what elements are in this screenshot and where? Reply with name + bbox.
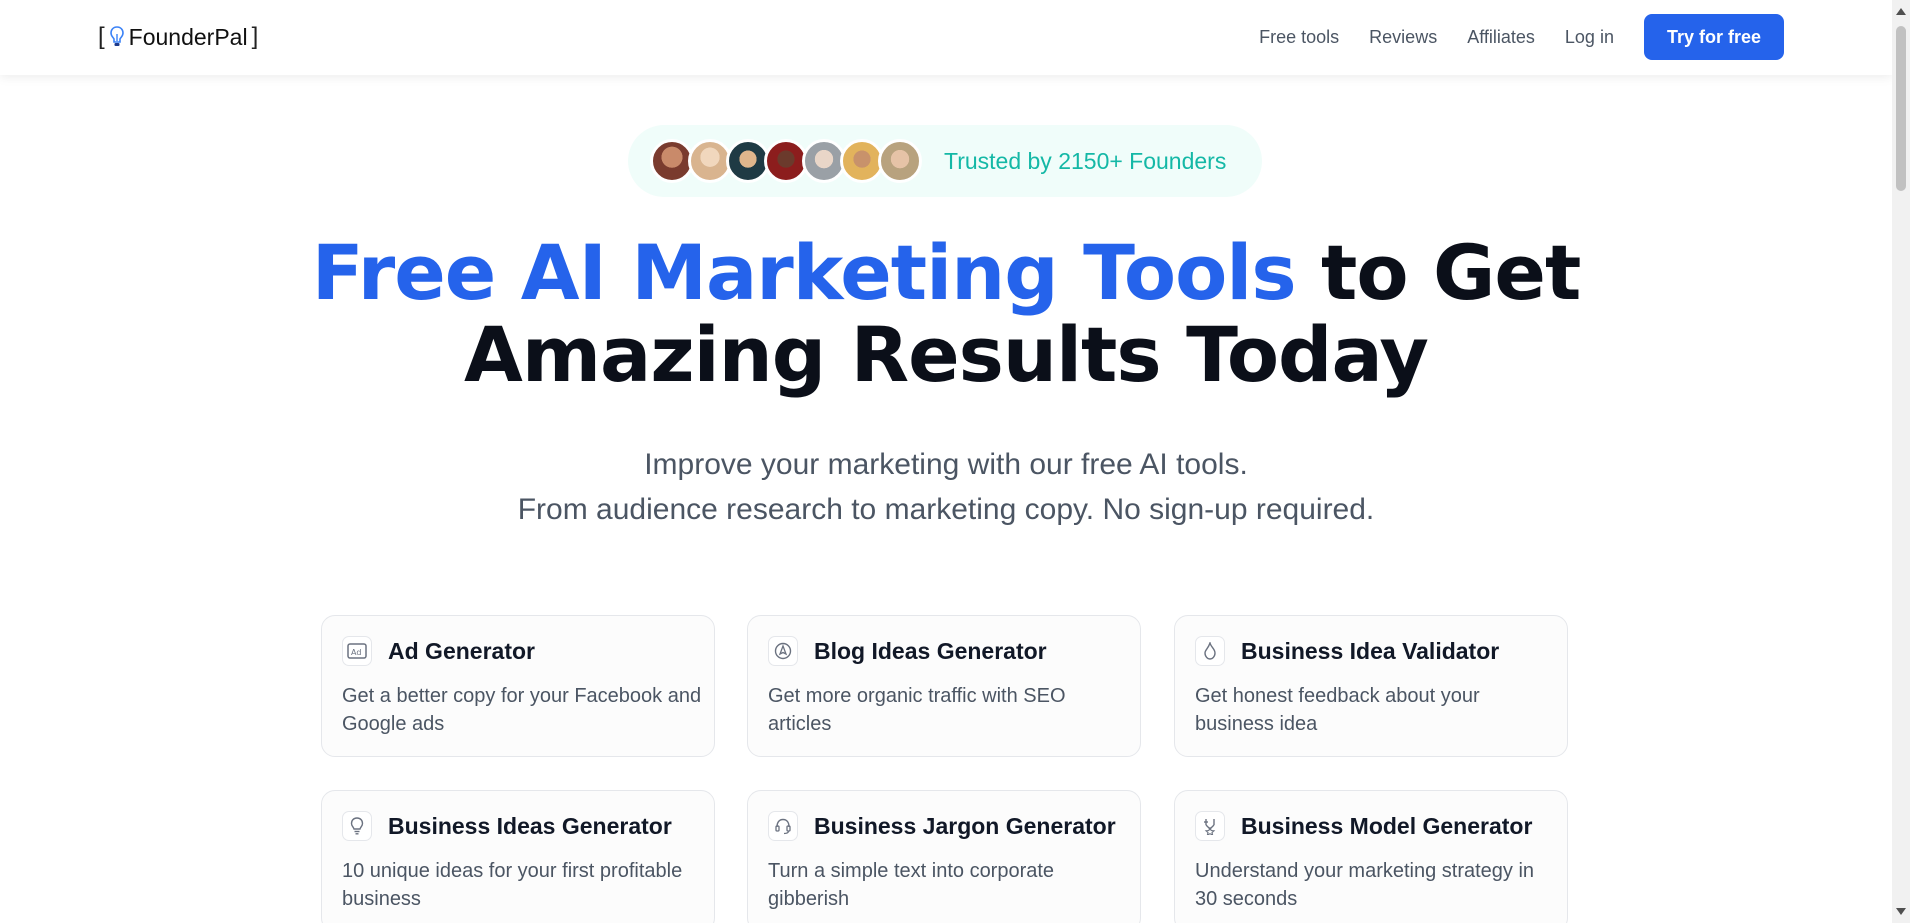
lightbulb-icon (109, 25, 125, 49)
title-accent: Free AI Marketing Tools (311, 228, 1297, 317)
main-nav: Free tools Reviews Affiliates Log in Try… (1229, 14, 1784, 60)
subtitle-line-2: From audience research to marketing copy… (517, 493, 1375, 526)
nav-reviews[interactable]: Reviews (1369, 27, 1437, 48)
tool-description: 10 unique ideas for your first profitabl… (342, 860, 683, 910)
page-scrollbar[interactable] (1892, 0, 1910, 923)
logo-open-bracket: [ (98, 23, 105, 50)
lightbulb-icon (342, 811, 372, 841)
try-for-free-button[interactable]: Try for free (1643, 14, 1784, 60)
tool-description: Get a better copy for your Facebook and … (342, 685, 702, 735)
tool-description: Understand your marketing strategy in 30… (1195, 860, 1535, 910)
nav-affiliates[interactable]: Affiliates (1467, 27, 1535, 48)
flame-icon (1195, 636, 1225, 666)
tool-card-business-ideas-generator[interactable]: Business Ideas Generator 10 unique ideas… (321, 790, 715, 923)
tool-card-blog-ideas-generator[interactable]: Blog Ideas Generator Get more organic tr… (747, 615, 1141, 757)
founder-avatars (650, 139, 922, 183)
tool-card-business-idea-validator[interactable]: Business Idea Validator Get honest feedb… (1174, 615, 1568, 757)
tool-description: Get more organic traffic with SEO articl… (768, 685, 1066, 735)
avatar (878, 139, 922, 183)
page-title: Free AI Marketing Tools to Get Amazing R… (0, 232, 1892, 396)
tool-card-ad-generator[interactable]: Ad Ad Generator Get a better copy for yo… (321, 615, 715, 757)
title-line-2: Amazing Results Today (464, 310, 1429, 399)
svg-text:Ad: Ad (351, 648, 361, 657)
strategy-icon (1195, 811, 1225, 841)
tool-title: Business Idea Validator (1241, 638, 1500, 664)
scroll-up-arrow-icon[interactable] (1896, 8, 1906, 15)
title-line-1: Free AI Marketing Tools to Get (0, 232, 1892, 314)
tool-card-business-jargon-generator[interactable]: Business Jargon Generator Turn a simple … (747, 790, 1141, 923)
site-header: [ FounderPal ] Free tools Reviews Affili… (0, 0, 1892, 75)
page-subtitle: Improve your marketing with our free AI … (0, 442, 1892, 532)
nav-free-tools[interactable]: Free tools (1259, 27, 1339, 48)
nav-log-in[interactable]: Log in (1565, 27, 1614, 48)
tool-title: Business Jargon Generator (814, 813, 1116, 839)
tool-description: Turn a simple text into corporate gibber… (768, 860, 1055, 910)
subtitle-line-1: Improve your marketing with our free AI … (644, 448, 1248, 481)
tool-card-business-model-generator[interactable]: Business Model Generator Understand your… (1174, 790, 1568, 923)
tool-title: Business Model Generator (1241, 813, 1533, 839)
ad-icon: Ad (342, 636, 372, 666)
tool-title: Ad Generator (388, 638, 535, 664)
scroll-down-arrow-icon[interactable] (1896, 908, 1906, 915)
title-rest: to Get (1321, 228, 1581, 317)
logo-close-bracket: ] (251, 23, 259, 50)
scrollbar-thumb[interactable] (1896, 26, 1906, 191)
trusted-text: Trusted by 2150+ Founders (944, 147, 1227, 174)
trusted-badge: Trusted by 2150+ Founders (628, 125, 1262, 197)
tool-description: Get honest feedback about your business … (1195, 685, 1480, 735)
pen-nib-icon (768, 636, 798, 666)
tool-title: Business Ideas Generator (388, 813, 672, 839)
tool-title: Blog Ideas Generator (814, 638, 1047, 664)
headset-icon (768, 811, 798, 841)
logo-text: FounderPal (128, 23, 248, 50)
page: [ FounderPal ] Free tools Reviews Affili… (0, 0, 1892, 923)
logo[interactable]: [ FounderPal ] (98, 22, 258, 52)
